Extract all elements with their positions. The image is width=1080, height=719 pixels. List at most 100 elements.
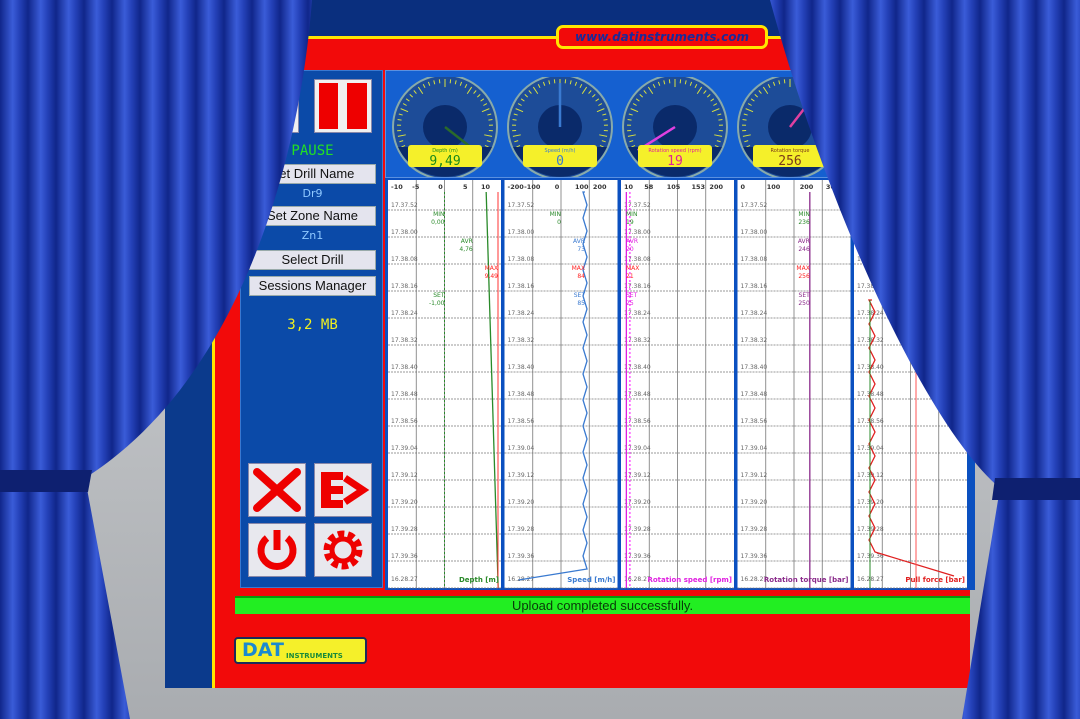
time-label: 17.39.28 xyxy=(741,526,768,533)
time-label: 17.38.00 xyxy=(508,229,535,236)
time-label: 17.38.40 xyxy=(624,364,651,371)
chart-column-3: 0 100 200 300 17.37.52 17.38.00 17.38.08 17.38.… xyxy=(737,180,851,589)
time-label: 17.39.12 xyxy=(741,472,768,479)
time-label: 17.38.56 xyxy=(624,418,651,425)
stat-label: AVR xyxy=(573,238,585,245)
time-label: 17.38.48 xyxy=(624,391,651,398)
gauge-value: 256 xyxy=(778,154,801,169)
time-label: 17.37.52 xyxy=(741,202,768,209)
time-label: 17.38.00 xyxy=(624,229,651,236)
column-title: Speed [m/h] xyxy=(567,576,615,584)
stat-label: MAX xyxy=(572,265,585,272)
time-label: 17.39.04 xyxy=(391,445,418,452)
stat-value: 25 xyxy=(626,300,634,307)
tools-button[interactable] xyxy=(248,463,306,517)
tools-icon xyxy=(253,468,301,512)
time-label: 17.39.28 xyxy=(391,526,418,533)
stat-value: 19 xyxy=(626,219,634,226)
time-label: 17.38.16 xyxy=(857,283,884,290)
stat-value: 84 xyxy=(577,273,585,280)
time-label: 17.39.28 xyxy=(508,526,535,533)
stat-value: 73 xyxy=(577,246,585,253)
time-label: 17.37.52 xyxy=(624,202,651,209)
time-label: 17.39.04 xyxy=(624,445,651,452)
time-label: 17.38.00 xyxy=(857,229,884,236)
time-label: 17.39.12 xyxy=(624,472,651,479)
chart-column-0: -10 -5 0 5 10 17.37.52 17.38.00 17.38.08 17.38.1… xyxy=(388,180,501,589)
time-label: 17.39.20 xyxy=(624,499,651,506)
stat-label: MIN xyxy=(626,211,637,218)
stat-value: 21 xyxy=(626,273,634,280)
gauge-0: Depth (m)9,49 xyxy=(392,77,498,177)
axis-tick: 10 xyxy=(624,183,634,191)
time-label: 16.28.27 xyxy=(391,576,418,583)
time-label: 17.39.12 xyxy=(391,472,418,479)
axis-tick: 5 xyxy=(463,183,468,191)
website-link[interactable]: www.datinstruments.com xyxy=(556,25,768,49)
time-label: 17.38.08 xyxy=(741,256,768,263)
drill-name: Dr9 xyxy=(302,187,323,200)
stat-value: -1,00 xyxy=(429,300,445,307)
status-bar: Upload completed successfully. xyxy=(235,596,970,614)
dat-logo: DAT INSTRUMENTS xyxy=(234,637,367,664)
record-icon xyxy=(228,86,268,126)
time-label: 17.38.16 xyxy=(624,283,651,290)
stat-value: 85 xyxy=(577,300,585,307)
set-zone-name-button[interactable]: Set Zone Name xyxy=(249,206,376,226)
control-panel: PAUSE Set Drill Name Dr9 Set Zone Name Z… xyxy=(228,70,383,588)
axis-tick: 105 xyxy=(667,183,681,191)
time-label: 17.37.52 xyxy=(391,202,418,209)
zone-name: Zn1 xyxy=(301,229,324,242)
power-button[interactable] xyxy=(248,523,306,577)
stat-label: SET xyxy=(799,292,811,299)
time-label: 17.38.08 xyxy=(508,256,535,263)
time-label: 17.38.32 xyxy=(741,337,768,344)
axis-tick: 100 xyxy=(575,183,589,191)
side-strip xyxy=(165,64,215,688)
stat-label: MAX xyxy=(626,265,639,272)
axis-tick: 300 xyxy=(826,183,840,191)
time-label: 17.38.16 xyxy=(391,283,418,290)
stat-value: 9,49 xyxy=(485,273,499,280)
pause-button[interactable] xyxy=(314,79,372,133)
storage-size: 3,2 MB xyxy=(287,317,338,333)
stat-label: SET xyxy=(433,292,445,299)
time-label: 17.39.20 xyxy=(391,499,418,506)
time-label: 17.38.24 xyxy=(508,310,535,317)
time-label: 17.38.08 xyxy=(391,256,418,263)
axis-tick: 0 xyxy=(741,183,746,191)
sessions-manager-button[interactable]: Sessions Manager xyxy=(249,276,376,296)
select-drill-button[interactable]: Select Drill xyxy=(249,250,376,270)
time-label: 17.37.52 xyxy=(857,202,884,209)
gauge-panel: Depth (m) 9,49 Speed (m/h) 0 Rotation speed … xyxy=(385,70,975,178)
stat-value: 256 xyxy=(798,273,810,280)
time-label: 17.38.32 xyxy=(624,337,651,344)
time-label: 17.37.52 xyxy=(508,202,535,209)
stat-value: 0,00 xyxy=(431,219,445,226)
time-label: 17.38.40 xyxy=(391,364,418,371)
time-label: 17.39.20 xyxy=(741,499,768,506)
column-title: Rotation speed [rpm] xyxy=(647,576,732,584)
time-label: 17.38.40 xyxy=(508,364,535,371)
axis-tick: -200 xyxy=(508,183,525,191)
set-drill-name-button[interactable]: Set Drill Name xyxy=(249,164,376,184)
time-label: 17.38.40 xyxy=(741,364,768,371)
time-label: 17.39.36 xyxy=(391,553,418,560)
time-label: 17.38.48 xyxy=(391,391,418,398)
axis-tick: 58 xyxy=(644,183,654,191)
stat-value: 250 xyxy=(798,300,810,307)
stat-label: AVR xyxy=(461,238,473,245)
time-label: 17.39.20 xyxy=(508,499,535,506)
record-button[interactable] xyxy=(228,79,299,133)
time-label: 17.38.48 xyxy=(741,391,768,398)
recording-state: PAUSE xyxy=(291,143,334,159)
settings-button[interactable] xyxy=(314,523,372,577)
time-label: 17.38.08 xyxy=(624,256,651,263)
stat-value: 0 xyxy=(557,219,561,226)
stat-label: AVR xyxy=(626,238,638,245)
export-button[interactable] xyxy=(314,463,372,517)
time-label: 17.39.04 xyxy=(741,445,768,452)
time-label: 17.38.24 xyxy=(741,310,768,317)
stat-value: 20 xyxy=(626,246,634,253)
time-label: 17.38.48 xyxy=(508,391,535,398)
